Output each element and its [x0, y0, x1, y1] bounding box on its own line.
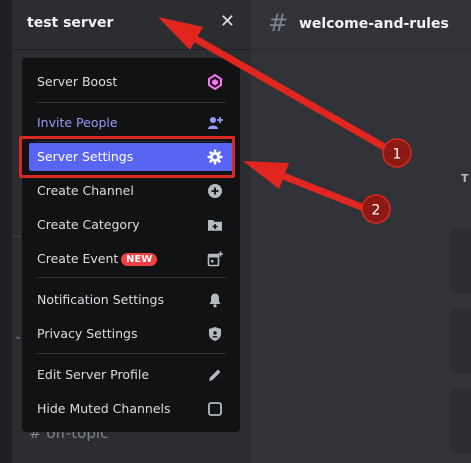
annotation-overlay: 1 2: [158, 17, 412, 224]
arrow-1-head: [158, 17, 203, 50]
marker-2-label: 2: [372, 203, 381, 219]
arrow-2-head: [243, 161, 289, 189]
marker-1-label: 1: [393, 147, 402, 163]
arrow-1-line: [190, 34, 390, 152]
arrow-2-line: [279, 172, 368, 212]
